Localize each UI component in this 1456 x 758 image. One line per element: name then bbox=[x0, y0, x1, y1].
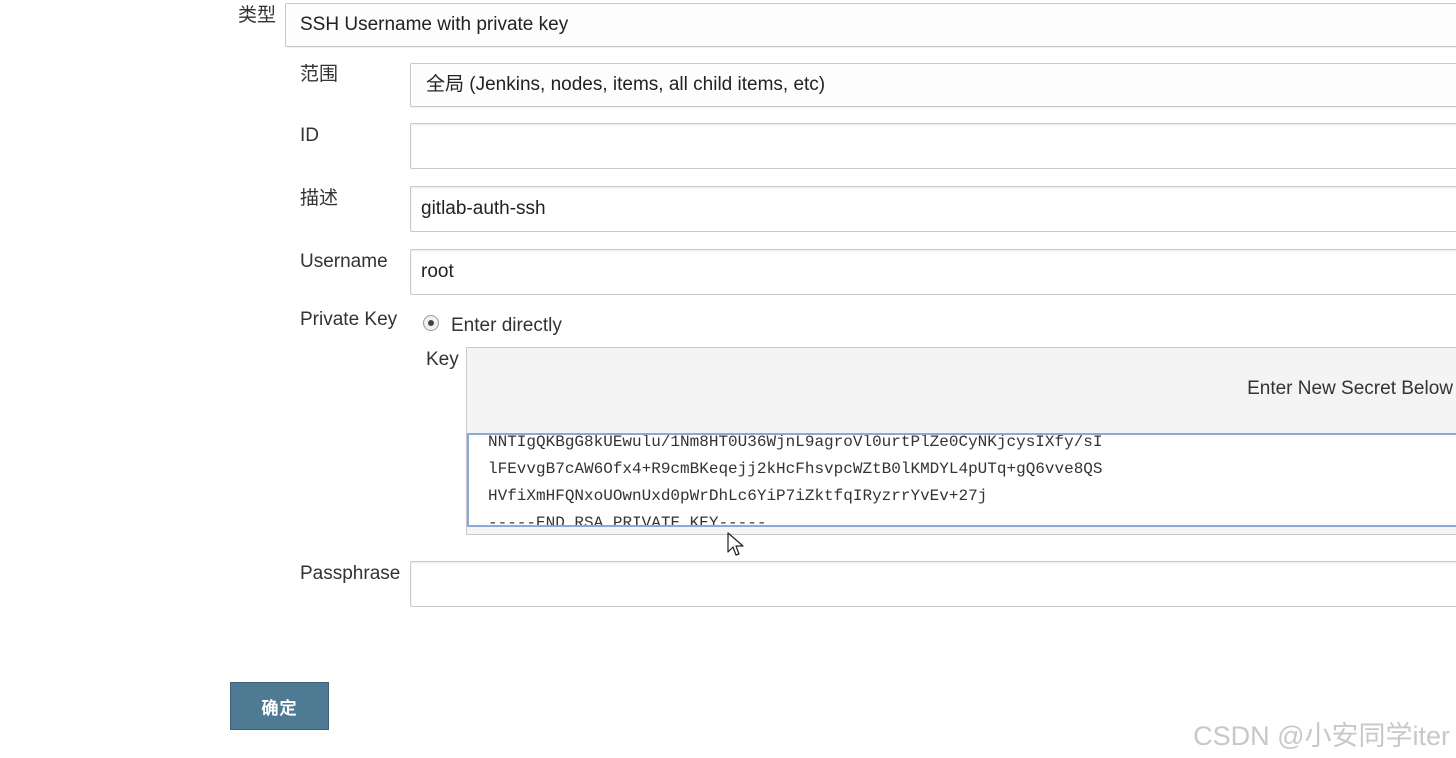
scope-select-value: 全局 (Jenkins, nodes, items, all child ite… bbox=[426, 74, 826, 95]
key-line: HVfiXmHFQNxoUOwnUxd0pWrDhLc6YiP7iZktfqIR… bbox=[488, 487, 988, 505]
private-key-textarea[interactable]: NNTIgQKBgG8kUEwulu/1Nm8HT0U36WjnL9agroVl… bbox=[467, 433, 1456, 527]
enter-directly-label[interactable]: Enter directly bbox=[451, 314, 562, 338]
key-line: lFEvvgB7cAW6Ofx4+R9cmBKeqejj2kHcFhsvpcWZ… bbox=[488, 460, 1103, 478]
type-label: 类型 bbox=[238, 5, 277, 26]
key-end-rsa: RSA bbox=[574, 514, 604, 527]
credential-form-page: 类型 SSH Username with private key 范围 全局 (… bbox=[0, 0, 1456, 758]
description-input-value: gitlab-auth-ssh bbox=[421, 198, 546, 219]
username-label: Username bbox=[300, 251, 388, 272]
private-key-text: NNTIgQKBgG8kUEwulu/1Nm8HT0U36WjnL9agroVl… bbox=[488, 433, 1103, 527]
key-line: NNTIgQKBgG8kUEwulu/1Nm8HT0U36WjnL9agroVl… bbox=[488, 433, 1103, 451]
username-input-value: root bbox=[421, 261, 454, 282]
key-end-prefix: -----END bbox=[488, 514, 575, 527]
username-input[interactable]: root bbox=[410, 249, 1456, 295]
passphrase-label: Passphrase bbox=[300, 563, 401, 584]
description-label: 描述 bbox=[300, 188, 339, 209]
secret-hint: Enter New Secret Below bbox=[1247, 378, 1453, 399]
private-key-label: Private Key bbox=[300, 309, 398, 330]
type-select[interactable]: SSH Username with private key bbox=[285, 3, 1456, 47]
passphrase-input[interactable] bbox=[410, 561, 1456, 607]
type-select-value: SSH Username with private key bbox=[300, 14, 569, 35]
id-input[interactable] bbox=[410, 123, 1456, 169]
enter-directly-radio[interactable] bbox=[423, 315, 439, 331]
scope-label: 范围 bbox=[300, 64, 339, 85]
mouse-pointer-icon bbox=[727, 532, 744, 556]
key-end-suffix: PRIVATE KEY----- bbox=[603, 514, 767, 527]
description-input[interactable]: gitlab-auth-ssh bbox=[410, 186, 1456, 232]
scope-select[interactable]: 全局 (Jenkins, nodes, items, all child ite… bbox=[410, 63, 1456, 107]
key-line-end: -----END RSA PRIVATE KEY----- bbox=[488, 510, 1103, 527]
confirm-button[interactable]: 确定 bbox=[230, 682, 329, 730]
watermark-text: CSDN @小安同学iter bbox=[1193, 721, 1450, 751]
key-label: Key bbox=[426, 349, 459, 370]
id-label: ID bbox=[300, 125, 319, 146]
